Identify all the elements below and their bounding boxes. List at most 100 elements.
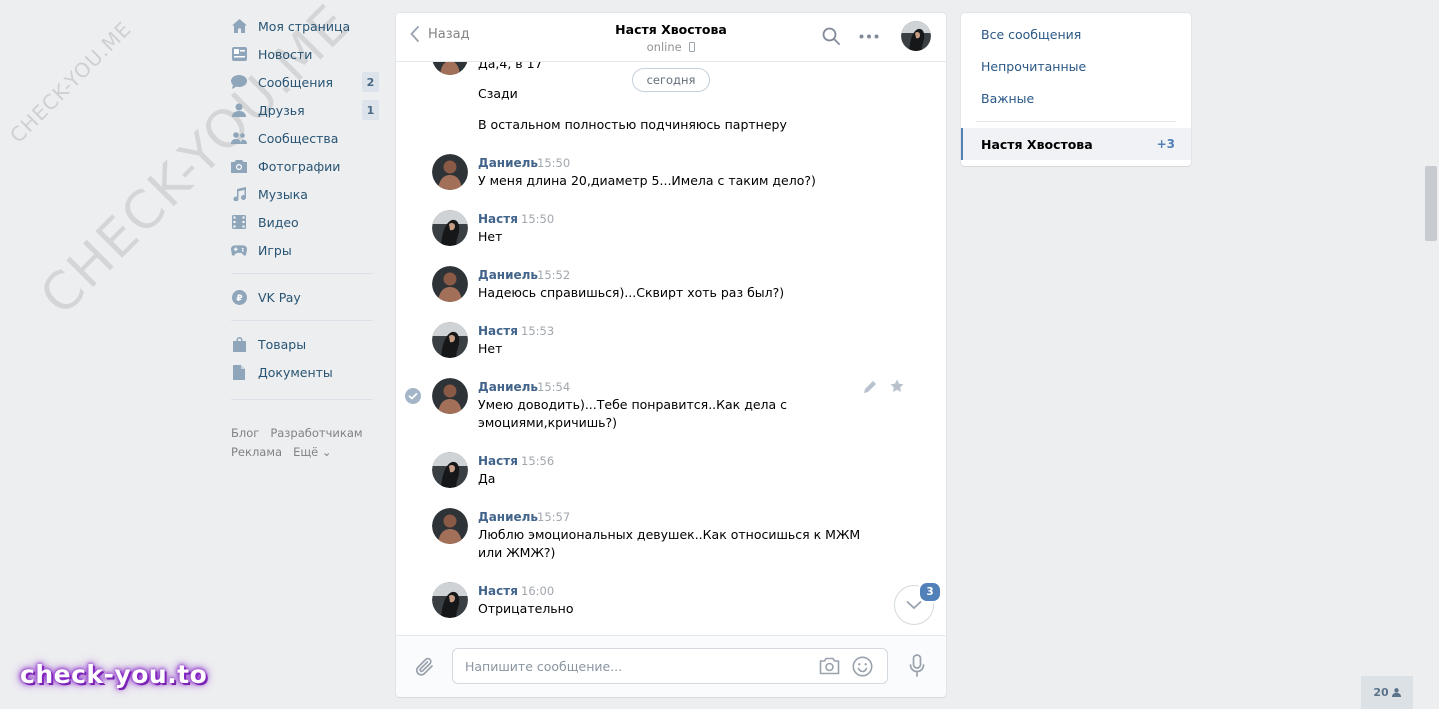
nav-item-vkpay[interactable]: ₽ VK Pay bbox=[229, 283, 380, 311]
search-icon[interactable] bbox=[822, 27, 840, 45]
filter-important[interactable]: Важные bbox=[981, 91, 1034, 106]
nav-label: Видео bbox=[258, 214, 299, 230]
music-icon bbox=[231, 186, 247, 202]
message-time: 16:00 bbox=[521, 584, 555, 598]
friends-badge: 1 bbox=[362, 100, 379, 120]
person-icon bbox=[1391, 688, 1401, 697]
microphone-icon[interactable] bbox=[909, 654, 925, 678]
message-text: Надеюсь справишься)...Сквирт хоть раз бы… bbox=[478, 285, 785, 300]
filter-divider bbox=[976, 121, 1176, 122]
message-author[interactable]: Настя bbox=[478, 584, 518, 598]
message-text: Да bbox=[478, 471, 496, 486]
peer-avatar[interactable] bbox=[901, 21, 931, 51]
vkpay-icon: ₽ bbox=[231, 289, 247, 305]
nav-item-friends[interactable]: Друзья 1 bbox=[229, 96, 380, 124]
message-time: 15:53 bbox=[521, 324, 555, 338]
message-time: 15:50 bbox=[521, 212, 555, 226]
nav-label: Документы bbox=[258, 364, 333, 380]
camera-icon[interactable] bbox=[819, 657, 840, 675]
emoji-smile-icon[interactable] bbox=[852, 656, 873, 677]
message-text: Нет bbox=[478, 341, 503, 356]
messages-icon bbox=[231, 74, 247, 90]
nav-label: Сообщения bbox=[258, 74, 334, 90]
camera-icon bbox=[231, 158, 247, 174]
more-icon[interactable] bbox=[859, 34, 879, 39]
message-text: В остальном полностью подчиняюсь партнер… bbox=[478, 117, 787, 132]
nav-divider bbox=[231, 320, 373, 321]
message-author[interactable]: Даниель bbox=[478, 380, 538, 394]
nav-divider bbox=[231, 399, 373, 400]
bag-icon bbox=[231, 336, 247, 352]
message-text: Сзади bbox=[478, 86, 518, 101]
nav-item-photos[interactable]: Фотографии bbox=[229, 152, 380, 180]
footer-link-blog[interactable]: Блог bbox=[231, 426, 259, 440]
messages-badge: 2 bbox=[362, 72, 379, 92]
nav-label: Сообщества bbox=[258, 130, 339, 146]
nav-item-messages[interactable]: Сообщения 2 bbox=[229, 68, 380, 96]
message-author[interactable]: Настя bbox=[478, 324, 518, 338]
day-separator: сегодня bbox=[632, 68, 710, 92]
message-author[interactable]: Даниель bbox=[478, 268, 538, 282]
nav-label: Игры bbox=[258, 242, 292, 258]
message-time: 15:54 bbox=[537, 380, 571, 394]
attach-paperclip-icon[interactable] bbox=[415, 656, 435, 678]
message-time: 15:56 bbox=[521, 454, 555, 468]
online-count: 20 bbox=[1373, 686, 1389, 699]
brand-watermark: check-you.to bbox=[20, 660, 208, 689]
message-time: 15:50 bbox=[537, 156, 571, 170]
nav-item-my-page[interactable]: Моя страница bbox=[229, 12, 380, 40]
video-icon bbox=[231, 214, 247, 230]
nav-item-games[interactable]: Игры bbox=[229, 236, 380, 264]
author-avatar[interactable] bbox=[432, 210, 468, 246]
message-author[interactable]: Настя bbox=[478, 454, 518, 468]
edit-pencil-icon[interactable] bbox=[863, 380, 877, 394]
news-icon bbox=[231, 46, 247, 62]
nav-item-documents[interactable]: Документы bbox=[229, 358, 380, 386]
message-author[interactable]: Даниель bbox=[478, 510, 538, 524]
online-friends-button[interactable]: 20 bbox=[1361, 676, 1413, 709]
communities-icon bbox=[231, 130, 247, 146]
message-author[interactable]: Настя bbox=[478, 212, 518, 226]
nav-item-goods[interactable]: Товары bbox=[229, 330, 380, 358]
watermark-small: CHECK-YOU.ME bbox=[5, 16, 137, 148]
dialogs-filter-panel: Все сообщения Непрочитанные Важные Настя… bbox=[961, 13, 1191, 166]
author-avatar[interactable] bbox=[432, 266, 468, 302]
svg-text:₽: ₽ bbox=[236, 294, 242, 304]
page-scrollbar[interactable] bbox=[1425, 166, 1437, 241]
nav-label: Друзья bbox=[258, 102, 305, 118]
footer-link-developers[interactable]: Разработчикам bbox=[270, 426, 362, 440]
author-avatar[interactable] bbox=[432, 154, 468, 190]
message-time: 15:52 bbox=[537, 268, 571, 282]
nav-item-music[interactable]: Музыка bbox=[229, 180, 380, 208]
message-text: эмоциями,кричишь?) bbox=[478, 415, 618, 430]
star-icon[interactable] bbox=[890, 379, 904, 393]
author-avatar[interactable] bbox=[432, 508, 468, 544]
message-text: Умею доводить)...Тебе понравится..Как де… bbox=[478, 397, 788, 412]
message-author[interactable]: Даниель bbox=[478, 156, 538, 170]
author-avatar[interactable] bbox=[432, 452, 468, 488]
message-text: У меня длина 20,диаметр 5...Имела с таки… bbox=[478, 173, 816, 188]
nav-item-video[interactable]: Видео bbox=[229, 208, 380, 236]
games-icon bbox=[231, 242, 247, 258]
author-avatar[interactable] bbox=[432, 322, 468, 358]
unread-count-badge: 3 bbox=[918, 581, 942, 603]
footer-links: Блог Разработчикам Реклама Ещё ⌄ bbox=[231, 424, 381, 462]
footer-link-ads[interactable]: Реклама bbox=[231, 445, 282, 459]
document-icon bbox=[231, 364, 247, 380]
footer-link-more[interactable]: Ещё ⌄ bbox=[293, 445, 331, 459]
filter-all-messages[interactable]: Все сообщения bbox=[981, 27, 1081, 42]
author-avatar[interactable] bbox=[432, 61, 468, 75]
author-avatar[interactable] bbox=[432, 378, 468, 414]
home-icon bbox=[231, 18, 247, 34]
filter-unread[interactable]: Непрочитанные bbox=[981, 59, 1086, 74]
select-check-icon[interactable] bbox=[405, 388, 421, 404]
nav-label: VK Pay bbox=[258, 289, 301, 305]
active-dialog-item[interactable]: Настя Хвостова +3 bbox=[961, 128, 1191, 160]
author-avatar[interactable] bbox=[432, 582, 468, 618]
compose-bar bbox=[396, 635, 946, 697]
nav-label: Моя страница bbox=[258, 18, 351, 34]
nav-item-news[interactable]: Новости bbox=[229, 40, 380, 68]
left-nav: Моя страница Новости Сообщения 2 Друзья … bbox=[229, 12, 380, 409]
nav-item-communities[interactable]: Сообщества bbox=[229, 124, 380, 152]
message-text: Отрицательно bbox=[478, 601, 574, 616]
